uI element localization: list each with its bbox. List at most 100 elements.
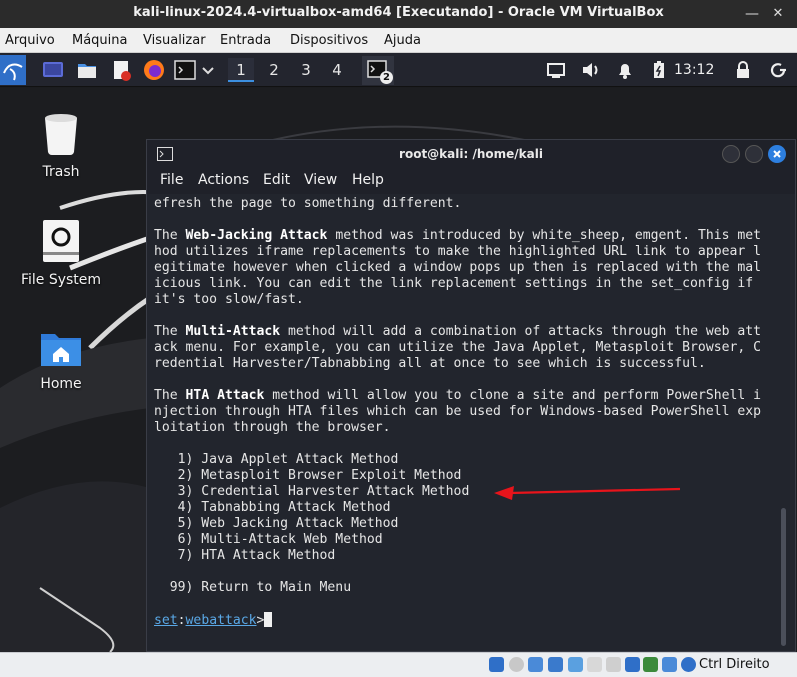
desktop-icon-label: Home [40, 376, 82, 392]
terminal-scrollbar[interactable] [781, 508, 786, 646]
highlighted-term: HTA Attack [185, 388, 265, 403]
video-capture-icon[interactable] [625, 657, 640, 672]
terminal-line: 5) Web Jacking Attack Method [154, 516, 399, 531]
terminal-launcher-icon[interactable] [174, 59, 196, 81]
chevron-down-icon[interactable] [200, 59, 216, 81]
host-menu-bar: Arquivo Máquina Visualizar Entrada Dispo… [0, 28, 797, 53]
audio-icon[interactable] [528, 657, 543, 672]
display-icon[interactable] [545, 59, 567, 81]
prompt-set: set [154, 613, 178, 628]
drive-icon [43, 220, 79, 262]
terminal-line: ack menu. For example, you can utilize t… [154, 340, 761, 355]
network-icon[interactable] [548, 657, 563, 672]
volume-icon[interactable] [580, 59, 602, 81]
menu-arquivo[interactable]: Arquivo [5, 33, 55, 48]
terminal-title: root@kali: /home/kali [399, 147, 543, 161]
terminal-line: hod utilizes iframe replacements to make… [154, 244, 761, 259]
maximize-button[interactable] [745, 145, 763, 163]
terminal-menu-help[interactable]: Help [352, 172, 384, 188]
close-button[interactable] [768, 145, 786, 163]
terminal-line: 4) Tabnabbing Attack Method [154, 500, 391, 515]
highlighted-term: Multi-Attack [185, 324, 281, 339]
mouse-integration-icon[interactable] [662, 657, 677, 672]
file-manager-icon[interactable] [76, 59, 98, 81]
kali-panel: 1 2 3 4 2 13:12 [0, 53, 797, 87]
host-key-label: Ctrl Direito [699, 657, 770, 672]
desktop-icon-label: Trash [42, 164, 80, 180]
terminal-line: 1) Java Applet Attack Method [154, 452, 399, 467]
terminal-menu-view[interactable]: View [304, 172, 337, 188]
highlighted-term: Web-Jacking Attack [185, 228, 328, 243]
terminal-line: njection through HTA files which can be … [154, 404, 761, 419]
menu-dispositivos[interactable]: Dispositivos [290, 33, 368, 48]
desktop-icon-home[interactable]: Home [16, 328, 106, 392]
lock-screen-icon[interactable] [732, 59, 754, 81]
terminal-output[interactable]: efresh the page to something different. T… [154, 196, 774, 646]
menu-ajuda[interactable]: Ajuda [384, 33, 421, 48]
display-status-icon[interactable] [606, 657, 621, 672]
terminal-line: The Multi-Attack method will add a combi… [154, 324, 762, 339]
workspace-1[interactable]: 1 [228, 58, 254, 82]
terminal-line: loitation through the browser. [154, 420, 391, 435]
text-editor-icon[interactable] [110, 59, 132, 81]
workspace-3[interactable]: 3 [293, 58, 319, 82]
terminal-menu-file[interactable]: File [160, 172, 183, 188]
terminal-line: The HTA Attack method will allow you to … [154, 388, 762, 403]
shared-folders-icon[interactable] [587, 657, 602, 672]
terminal-line: The Web-Jacking Attack method was introd… [154, 228, 762, 243]
optical-drive-icon[interactable] [509, 657, 524, 672]
power-icon[interactable] [766, 59, 788, 81]
usb-icon[interactable] [568, 657, 583, 672]
taskbar-terminal-item[interactable]: 2 [362, 56, 394, 85]
desktop-icon-label: File System [20, 272, 102, 288]
menu-entrada[interactable]: Entrada [220, 33, 271, 48]
prompt-suffix: > [256, 613, 265, 628]
workspace-4[interactable]: 4 [324, 58, 350, 82]
terminal-line: redential Harvester/Tabnabbing all at on… [154, 356, 706, 371]
kali-menu-icon[interactable] [0, 55, 26, 85]
terminal-prompt[interactable]: set:webattack> [154, 612, 774, 629]
menu-maquina[interactable]: Máquina [72, 33, 128, 48]
host-status-bar: Ctrl Direito [0, 652, 797, 677]
terminal-line: 7) HTA Attack Method [154, 548, 336, 563]
battery-icon[interactable] [648, 59, 670, 81]
show-desktop-icon[interactable] [42, 59, 64, 81]
desktop-icon-trash[interactable]: Trash [16, 110, 106, 180]
annotation-arrow [494, 486, 681, 500]
host-key-icon[interactable] [681, 657, 696, 672]
minimize-icon[interactable]: — [742, 4, 762, 24]
trash-icon [45, 114, 77, 155]
terminal-line: 6) Multi-Attack Web Method [154, 532, 383, 547]
terminal-menu-edit[interactable]: Edit [263, 172, 290, 188]
terminal-window[interactable]: root@kali: /home/kali File Actions Edit … [146, 139, 796, 652]
notifications-bell-icon[interactable] [614, 59, 636, 81]
terminal-line: icious link. You can edit the link repla… [154, 276, 754, 291]
firefox-icon[interactable] [143, 59, 165, 81]
virtualization-icon[interactable] [643, 657, 658, 672]
window-count-badge: 2 [380, 71, 393, 84]
close-icon[interactable]: ✕ [768, 4, 788, 24]
terminal-line: efresh the page to something different. [154, 196, 462, 211]
terminal-line: 99) Return to Main Menu [154, 580, 352, 595]
prompt-module: webattack [185, 613, 257, 628]
host-window-title: kali-linux-2024.4-virtualbox-amd64 [Exec… [133, 5, 664, 20]
terminal-title-bar[interactable]: root@kali: /home/kali [147, 140, 795, 168]
clock[interactable]: 13:12 [674, 62, 714, 78]
terminal-menu-actions[interactable]: Actions [198, 172, 249, 188]
host-title-bar: kali-linux-2024.4-virtualbox-amd64 [Exec… [0, 0, 797, 28]
text-cursor [264, 612, 273, 627]
hard-disk-icon[interactable] [489, 657, 504, 672]
terminal-menu-bar: File Actions Edit View Help [147, 168, 795, 194]
terminal-line: egitimate however when clicked a window … [154, 260, 761, 275]
desktop-icon-file-system[interactable]: File System [16, 218, 106, 288]
terminal-line: it's too slow/fast. [154, 292, 304, 307]
minimize-button[interactable] [722, 145, 740, 163]
menu-visualizar[interactable]: Visualizar [143, 33, 206, 48]
workspace-2[interactable]: 2 [261, 58, 287, 82]
